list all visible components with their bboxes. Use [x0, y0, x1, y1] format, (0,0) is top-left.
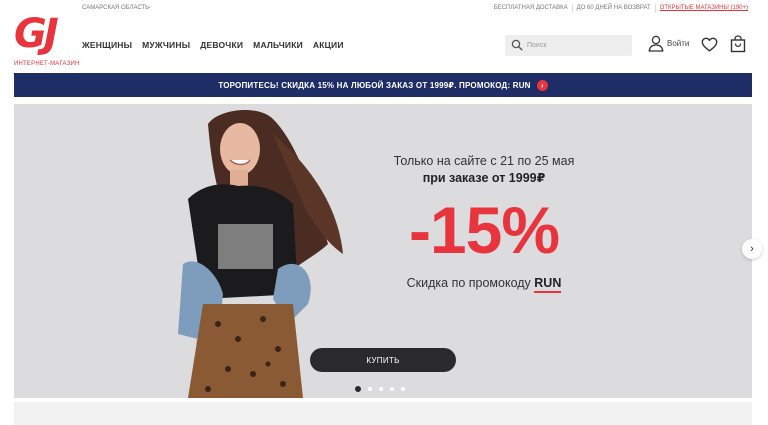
- buy-button[interactable]: КУПИТЬ: [310, 348, 456, 372]
- carousel-dots: [355, 386, 405, 392]
- hero-date-text: Только на сайте с 21 по 25 мая: [393, 154, 575, 168]
- hero-condition-text: при заказе от 1999₽: [422, 171, 546, 185]
- login-label: Войти: [667, 39, 690, 48]
- login-button[interactable]: Войти: [648, 35, 689, 52]
- chevron-right-icon[interactable]: ›: [536, 79, 548, 91]
- top-link-stores[interactable]: ОТКРЫТЫЕ МАГАЗИНЫ (190+): [654, 4, 752, 13]
- hero-promo-text: Скидка по промокоду RUN: [354, 276, 614, 293]
- search-icon[interactable]: [511, 39, 523, 51]
- bag-icon[interactable]: [730, 35, 746, 53]
- nav-item-boys[interactable]: МАЛЬЧИКИ: [253, 40, 303, 50]
- chevron-right-icon: ›: [750, 243, 754, 255]
- carousel-dot[interactable]: [401, 387, 405, 391]
- top-link-delivery[interactable]: БЕСПЛАТНАЯ ДОСТАВКА: [490, 4, 572, 13]
- top-link-returns[interactable]: ДО 60 ДНЕЙ НА ВОЗВРАТ: [571, 4, 655, 13]
- nav-item-women[interactable]: ЖЕНЩИНЫ: [82, 40, 132, 50]
- search-input[interactable]: [527, 38, 627, 53]
- hero-promo-code: RUN: [534, 276, 562, 293]
- search-box[interactable]: [505, 35, 632, 56]
- logo-mark: GJ: [14, 11, 59, 57]
- nav-item-sales[interactable]: АКЦИИ: [313, 40, 344, 50]
- chevron-down-icon[interactable]: ⌄: [147, 3, 152, 10]
- logo[interactable]: GJ ИНТЕРНЕТ-МАГАЗИН: [14, 11, 79, 70]
- hero-promo-prefix: Скидка по промокоду: [406, 276, 535, 290]
- hero-discount: -15%: [408, 193, 560, 267]
- hero-banner[interactable]: Только на сайте с 21 по 25 мая при заказ…: [14, 104, 752, 398]
- carousel-dot[interactable]: [390, 387, 394, 391]
- nav-item-girls[interactable]: ДЕВОЧКИ: [200, 40, 243, 50]
- carousel-next-button[interactable]: ›: [742, 239, 762, 259]
- top-links: БЕСПЛАТНАЯ ДОСТАВКА ДО 60 ДНЕЙ НА ВОЗВРА…: [490, 4, 752, 13]
- promo-banner[interactable]: ТОРОПИТЕСЬ! СКИДКА 15% НА ЛЮБОЙ ЗАКАЗ ОТ…: [14, 73, 752, 97]
- carousel-dot[interactable]: [355, 386, 361, 392]
- content-placeholder: [14, 402, 752, 425]
- region-selector[interactable]: САМАРСКАЯ ОБЛАСТЬ: [82, 5, 149, 11]
- user-icon: [648, 35, 664, 52]
- nav-item-men[interactable]: МУЖЧИНЫ: [142, 40, 190, 50]
- main-nav: ЖЕНЩИНЫ МУЖЧИНЫ ДЕВОЧКИ МАЛЬЧИКИ АКЦИИ: [82, 40, 344, 50]
- promo-text: ТОРОПИТЕСЬ! СКИДКА 15% НА ЛЮБОЙ ЗАКАЗ ОТ…: [218, 80, 531, 90]
- heart-icon[interactable]: [701, 36, 718, 53]
- carousel-dot[interactable]: [368, 387, 372, 391]
- logo-subtitle: ИНТЕРНЕТ-МАГАЗИН: [14, 61, 80, 67]
- carousel-dot[interactable]: [379, 387, 383, 391]
